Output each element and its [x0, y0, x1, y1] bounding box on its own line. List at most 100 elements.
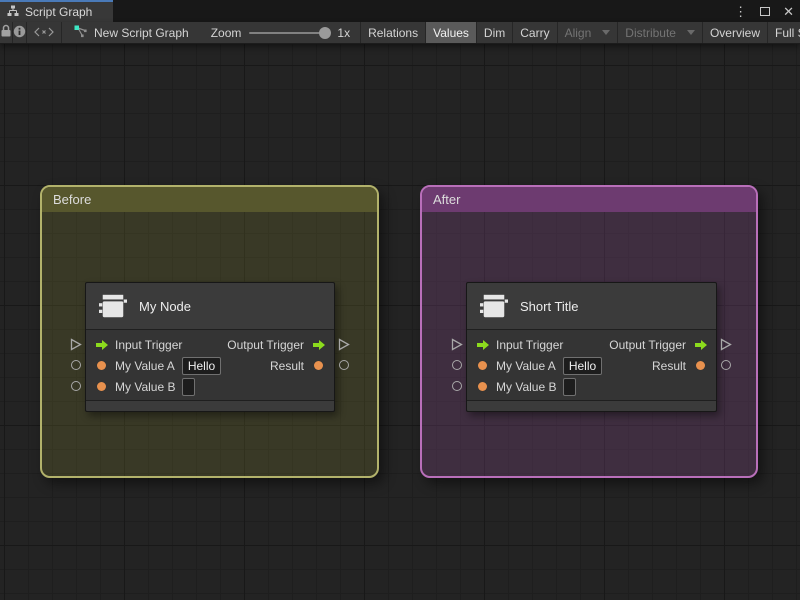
graph-name-button[interactable]: New Script Graph [62, 22, 201, 43]
node-footer [467, 400, 716, 411]
hierarchy-icon [7, 5, 19, 20]
value-a-port-icon[interactable] [475, 361, 490, 370]
external-value-port-left-b[interactable] [452, 381, 462, 391]
node-body: Input Trigger Output Trigger My Value A … [467, 330, 716, 400]
align-dropdown[interactable]: Align [558, 22, 618, 43]
node-my-node-header[interactable]: My Node [86, 283, 334, 330]
group-before-label: Before [53, 192, 92, 207]
result-port-icon[interactable] [693, 361, 708, 370]
info-icon [13, 25, 26, 41]
distribute-label: Distribute [625, 25, 676, 40]
full-screen-button[interactable]: Full Scr [768, 22, 800, 43]
output-trigger-label: Output Trigger [609, 337, 686, 352]
result-label: Result [651, 358, 686, 373]
carry-button[interactable]: Carry [513, 22, 556, 43]
relations-button[interactable]: Relations [361, 22, 425, 43]
external-trigger-port-right[interactable] [720, 338, 732, 351]
input-trigger-label: Input Trigger [115, 337, 183, 352]
carry-label: Carry [520, 25, 550, 40]
value-b-label: My Value B [496, 379, 557, 394]
code-view-button[interactable] [27, 22, 61, 43]
input-trigger-port-icon[interactable] [475, 339, 490, 351]
value-b-port-icon[interactable] [475, 382, 490, 391]
external-trigger-port-right[interactable] [338, 338, 350, 351]
external-value-port-left-a[interactable] [452, 360, 462, 370]
value-a-input[interactable]: Hello [181, 356, 222, 375]
tab-script-graph[interactable]: Script Graph [0, 0, 113, 22]
zoom-slider[interactable] [249, 26, 332, 39]
unit-node-icon [479, 290, 509, 322]
node-short-title-header[interactable]: Short Title [467, 283, 716, 330]
tab-bar: Script Graph ⋮ ✕ [0, 0, 800, 22]
value-b-input[interactable] [182, 377, 196, 396]
window-controls: ⋮ ✕ [734, 0, 794, 22]
script-graph-window: Before After My Node Input Trigger Outpu… [0, 0, 800, 600]
relations-label: Relations [368, 25, 419, 40]
node-body: Input Trigger Output Trigger My Value A … [86, 330, 334, 400]
distribute-dropdown[interactable]: Distribute [618, 22, 702, 43]
overview-button[interactable]: Overview [703, 22, 767, 43]
node-my-node[interactable]: My Node Input Trigger Output Trigger My … [85, 282, 335, 412]
overview-label: Overview [709, 25, 760, 40]
lock-button[interactable] [0, 22, 12, 43]
input-trigger-label: Input Trigger [496, 337, 564, 352]
value-a-input[interactable]: Hello [562, 356, 603, 375]
zoom-control: Zoom 1x [201, 22, 360, 43]
graph-name-label: New Script Graph [94, 25, 189, 40]
zoom-slider-track [249, 31, 330, 34]
external-trigger-port-left[interactable] [70, 338, 82, 351]
input-trigger-port-icon[interactable] [94, 339, 109, 351]
value-a-label: My Value A [496, 358, 556, 373]
external-value-port-right[interactable] [721, 360, 731, 370]
port-row-value-a: My Value A Hello Result [86, 355, 334, 376]
external-value-port-right[interactable] [339, 360, 349, 370]
external-value-port-left-a[interactable] [71, 360, 81, 370]
maximize-icon[interactable] [760, 6, 771, 16]
node-footer [86, 400, 334, 411]
external-value-port-left-b[interactable] [71, 381, 81, 391]
value-b-label: My Value B [115, 379, 176, 394]
unit-node-icon [98, 290, 128, 322]
port-row-value-b: My Value B [86, 376, 334, 397]
align-label: Align [564, 25, 592, 40]
dropdown-caret-icon [602, 30, 611, 35]
result-port-icon[interactable] [311, 361, 326, 370]
dim-button[interactable]: Dim [477, 22, 512, 43]
view-options: Relations Values Dim Carry Align Distrib… [360, 22, 800, 43]
group-before-header[interactable]: Before [42, 187, 377, 212]
inspect-button[interactable] [13, 22, 26, 43]
code-brackets-icon [34, 26, 54, 40]
dim-label: Dim [483, 25, 506, 40]
value-a-port-icon[interactable] [94, 361, 109, 370]
output-trigger-label: Output Trigger [227, 337, 304, 352]
zoom-label: Zoom [210, 25, 242, 40]
tab-title: Script Graph [25, 5, 93, 19]
external-trigger-port-left[interactable] [451, 338, 463, 351]
output-trigger-port-icon[interactable] [311, 339, 326, 351]
value-b-port-icon[interactable] [94, 382, 109, 391]
value-b-input[interactable] [563, 377, 577, 396]
full-screen-label: Full Scr [774, 25, 800, 40]
node-title: Short Title [520, 298, 579, 314]
graph-icon [74, 24, 88, 41]
more-menu-icon[interactable]: ⋮ [734, 5, 747, 18]
output-trigger-port-icon[interactable] [693, 339, 708, 351]
result-label: Result [269, 358, 304, 373]
graph-canvas[interactable]: Before After My Node Input Trigger Outpu… [0, 0, 800, 600]
node-title: My Node [139, 298, 192, 314]
zoom-value: 1x [337, 25, 351, 40]
group-after-label: After [433, 192, 461, 207]
port-row-trigger: Input Trigger Output Trigger [467, 334, 716, 355]
values-button[interactable]: Values [426, 22, 476, 43]
values-label: Values [433, 25, 469, 40]
port-row-value-a: My Value A Hello Result [467, 355, 716, 376]
close-icon[interactable]: ✕ [783, 5, 794, 18]
zoom-slider-handle[interactable] [319, 26, 332, 39]
value-a-label: My Value A [115, 358, 175, 373]
graph-toolbar: New Script Graph Zoom 1x Relations Value… [0, 22, 800, 44]
lock-icon [0, 24, 12, 41]
port-row-trigger: Input Trigger Output Trigger [86, 334, 334, 355]
group-after-header[interactable]: After [422, 187, 756, 212]
port-row-value-b: My Value B [467, 376, 716, 397]
node-short-title[interactable]: Short Title Input Trigger Output Trigger [466, 282, 717, 412]
